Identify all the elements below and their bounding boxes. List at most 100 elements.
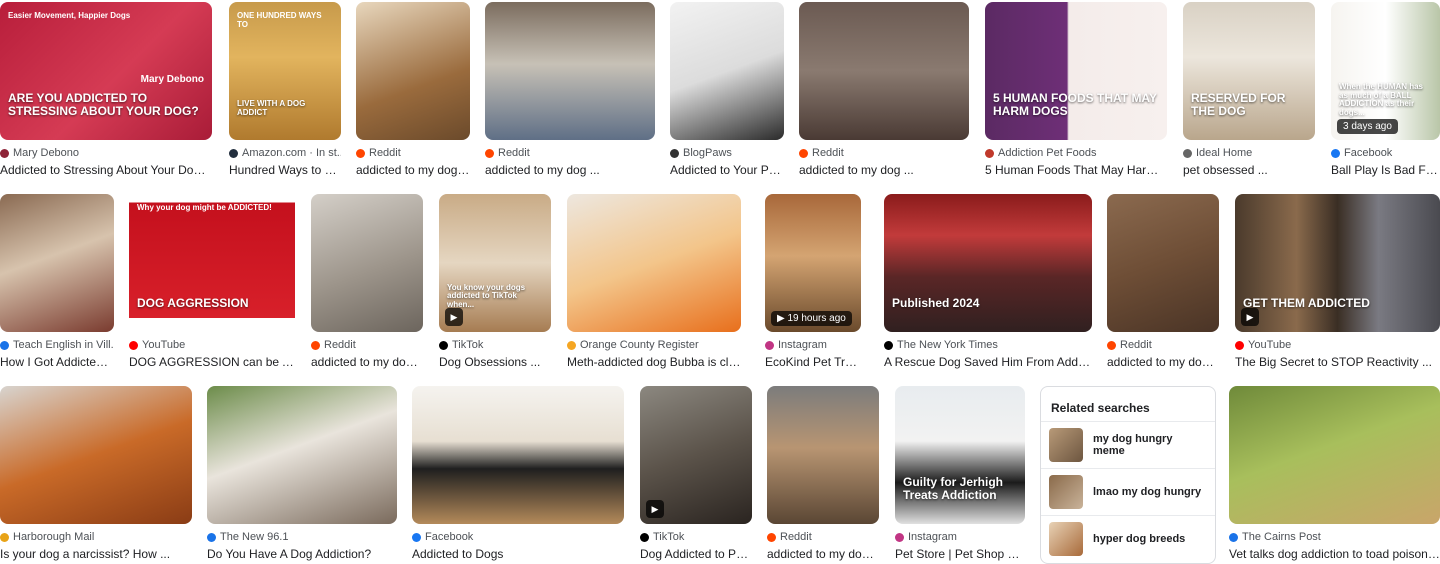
image-result-card[interactable]: Reddit addicted to my dog ... xyxy=(1107,194,1219,370)
image-result-card[interactable]: ARE YOU ADDICTED TO STRESSING ABOUT YOUR… xyxy=(0,2,212,178)
source-name: Reddit xyxy=(812,147,844,159)
image-result-card[interactable]: When the HUMAN has as much of a BALL ADD… xyxy=(1331,2,1440,178)
related-search-text: lmao my dog hungry xyxy=(1093,486,1202,498)
result-thumbnail[interactable]: ARE YOU ADDICTED TO STRESSING ABOUT YOUR… xyxy=(0,2,212,140)
source-name: Teach English in Vill... xyxy=(13,339,114,351)
image-result-card[interactable]: Reddit addicted to my dog ... xyxy=(311,194,423,370)
thumbnail-overlay-text: LIVE WITH A DOG ADDICT xyxy=(237,99,306,118)
result-thumbnail[interactable]: GET THEM ADDICTED ▶ xyxy=(1235,194,1440,332)
result-title[interactable]: Is your dog a narcissist? How ... xyxy=(0,546,192,562)
result-title[interactable]: pet obsessed ... xyxy=(1183,162,1315,178)
result-thumbnail[interactable] xyxy=(0,386,192,524)
image-result-card[interactable]: DOG AGGRESSION Why your dog might be ADDI… xyxy=(129,194,295,370)
result-thumbnail[interactable] xyxy=(1229,386,1440,524)
result-thumbnail[interactable]: ▶ xyxy=(640,386,752,524)
image-result-card[interactable]: BlogPaws Addicted to Your Pe... xyxy=(670,2,784,178)
image-result-card[interactable]: Reddit addicted to my dog ... xyxy=(799,2,969,178)
result-thumbnail[interactable] xyxy=(311,194,423,332)
source-favicon-icon xyxy=(799,148,808,158)
result-title[interactable]: Addicted to Your Pe... xyxy=(670,162,784,178)
result-source: TikTok xyxy=(640,530,752,544)
result-title[interactable]: Meth-addicted dog Bubba is cle... xyxy=(567,354,741,370)
result-thumbnail[interactable]: 5 HUMAN FOODS THAT MAY HARM DOGS xyxy=(985,2,1167,140)
thumbnail-overlay-subtext: Easier Movement, Happier Dogs xyxy=(8,11,131,20)
result-thumbnail[interactable] xyxy=(412,386,624,524)
result-title[interactable]: addicted to my dog ... xyxy=(485,162,655,178)
result-title[interactable]: A Rescue Dog Saved Him From Addicti... xyxy=(884,354,1092,370)
result-source: Teach English in Vill... xyxy=(0,338,114,352)
result-title[interactable]: addicted to my dog ... xyxy=(311,354,423,370)
result-thumbnail[interactable]: You know your dogs addicted to TikTok wh… xyxy=(439,194,551,332)
image-result-card[interactable]: You know your dogs addicted to TikTok wh… xyxy=(439,194,551,370)
image-result-card[interactable]: The New 96.1 Do You Have A Dog Addiction? xyxy=(207,386,397,562)
result-title[interactable]: EcoKind Pet Treats ... xyxy=(765,354,861,370)
image-result-card[interactable]: Teach English in Vill... How I Got Addict… xyxy=(0,194,114,370)
result-title[interactable]: Addicted to Stressing About Your Dog ... xyxy=(0,162,212,178)
image-result-card[interactable]: Published 2024 The New York Times A Rescue… xyxy=(884,194,1092,370)
related-search-item[interactable]: hyper dog breeds xyxy=(1041,515,1215,562)
thumbnail-overlay-text: DOG AGGRESSION xyxy=(137,295,249,310)
result-title[interactable]: 5 Human Foods That May Harm D... xyxy=(985,162,1167,178)
related-search-item[interactable]: my dog hungry meme xyxy=(1041,421,1215,468)
thumbnail-overlay-text: Published 2024 xyxy=(892,295,980,310)
source-favicon-icon xyxy=(0,532,9,542)
image-result-card[interactable]: LIVE WITH A DOG ADDICT ONE HUNDRED WAYS T… xyxy=(229,2,341,178)
image-result-card[interactable]: 5 HUMAN FOODS THAT MAY HARM DOGS Addictio… xyxy=(985,2,1167,178)
source-favicon-icon xyxy=(567,340,576,350)
source-favicon-icon xyxy=(1107,340,1116,350)
result-title[interactable]: addicted to my dog ... xyxy=(356,162,470,178)
result-title[interactable]: How I Got Addicted ... xyxy=(0,354,114,370)
image-result-card[interactable]: ▶ TikTok Dog Addicted to Pu... xyxy=(640,386,752,562)
result-thumbnail[interactable] xyxy=(485,2,655,140)
result-title[interactable]: Dog Addicted to Pu... xyxy=(640,546,752,562)
result-thumbnail[interactable]: Published 2024 xyxy=(884,194,1092,332)
related-search-thumbnail xyxy=(1049,475,1083,509)
image-result-card[interactable]: RESERVED FOR THE DOG Ideal Home pet obsess… xyxy=(1183,2,1315,178)
image-result-card[interactable]: Reddit addicted to my dog ... xyxy=(767,386,879,562)
image-result-card[interactable]: Reddit addicted to my dog ... xyxy=(356,2,470,178)
result-title[interactable]: Addicted to Dogs xyxy=(412,546,624,562)
image-result-card[interactable]: Guilty for Jerhigh Treats Addiction Insta… xyxy=(895,386,1025,562)
result-title[interactable]: Dog Obsessions ... xyxy=(439,354,551,370)
related-searches-panel: Related searches my dog hungry meme lmao… xyxy=(1040,386,1216,564)
related-search-item[interactable]: lmao my dog hungry xyxy=(1041,468,1215,515)
image-result-card[interactable]: Harborough Mail Is your dog a narcissist?… xyxy=(0,386,192,562)
result-thumbnail[interactable] xyxy=(567,194,741,332)
result-thumbnail[interactable]: When the HUMAN has as much of a BALL ADD… xyxy=(1331,2,1440,140)
result-thumbnail[interactable] xyxy=(0,194,114,332)
result-title[interactable]: DOG AGGRESSION can be AD... xyxy=(129,354,295,370)
result-thumbnail[interactable] xyxy=(670,2,784,140)
source-name: Instagram xyxy=(778,339,827,351)
result-title[interactable]: addicted to my dog ... xyxy=(799,162,969,178)
result-title[interactable]: The Big Secret to STOP Reactivity ... xyxy=(1235,354,1440,370)
result-thumbnail[interactable] xyxy=(207,386,397,524)
image-result-card[interactable]: Reddit addicted to my dog ... xyxy=(485,2,655,178)
image-result-card[interactable]: ▶ 19 hours ago Instagram EcoKind Pet Treat… xyxy=(765,194,861,370)
result-title[interactable]: addicted to my dog ... xyxy=(1107,354,1219,370)
image-result-card[interactable]: Facebook Addicted to Dogs xyxy=(412,386,624,562)
result-thumbnail[interactable]: RESERVED FOR THE DOG xyxy=(1183,2,1315,140)
source-name: Reddit xyxy=(369,147,401,159)
result-title[interactable]: Do You Have A Dog Addiction? xyxy=(207,546,397,562)
result-title[interactable]: addicted to my dog ... xyxy=(767,546,879,562)
result-thumbnail[interactable] xyxy=(767,386,879,524)
result-title[interactable]: Ball Play Is Bad For ... xyxy=(1331,162,1440,178)
thumbnail-overlay-text: When the HUMAN has as much of a BALL ADD… xyxy=(1339,81,1423,118)
result-thumbnail[interactable]: LIVE WITH A DOG ADDICT ONE HUNDRED WAYS T… xyxy=(229,2,341,140)
result-title[interactable]: Pet Store | Pet Shop Go... xyxy=(895,546,1025,562)
source-favicon-icon xyxy=(640,532,649,542)
result-title[interactable]: Vet talks dog addiction to toad poison .… xyxy=(1229,546,1440,562)
result-thumbnail[interactable]: DOG AGGRESSION Why your dog might be ADDI… xyxy=(129,194,295,332)
result-thumbnail[interactable] xyxy=(799,2,969,140)
result-thumbnail[interactable] xyxy=(1107,194,1219,332)
source-favicon-icon xyxy=(412,532,421,542)
result-title[interactable]: Hundred Ways to Li... xyxy=(229,162,341,178)
result-thumbnail[interactable]: Guilty for Jerhigh Treats Addiction xyxy=(895,386,1025,524)
result-thumbnail[interactable] xyxy=(356,2,470,140)
image-result-card[interactable]: The Cairns Post Vet talks dog addiction t… xyxy=(1229,386,1440,562)
source-name: Ideal Home xyxy=(1196,147,1253,159)
image-result-card[interactable]: Orange County Register Meth-addicted dog … xyxy=(567,194,741,370)
related-searches-heading: Related searches xyxy=(1051,401,1150,415)
image-result-card[interactable]: GET THEM ADDICTED ▶ YouTube The Big Secret … xyxy=(1235,194,1440,370)
result-thumbnail[interactable]: ▶ 19 hours ago xyxy=(765,194,861,332)
